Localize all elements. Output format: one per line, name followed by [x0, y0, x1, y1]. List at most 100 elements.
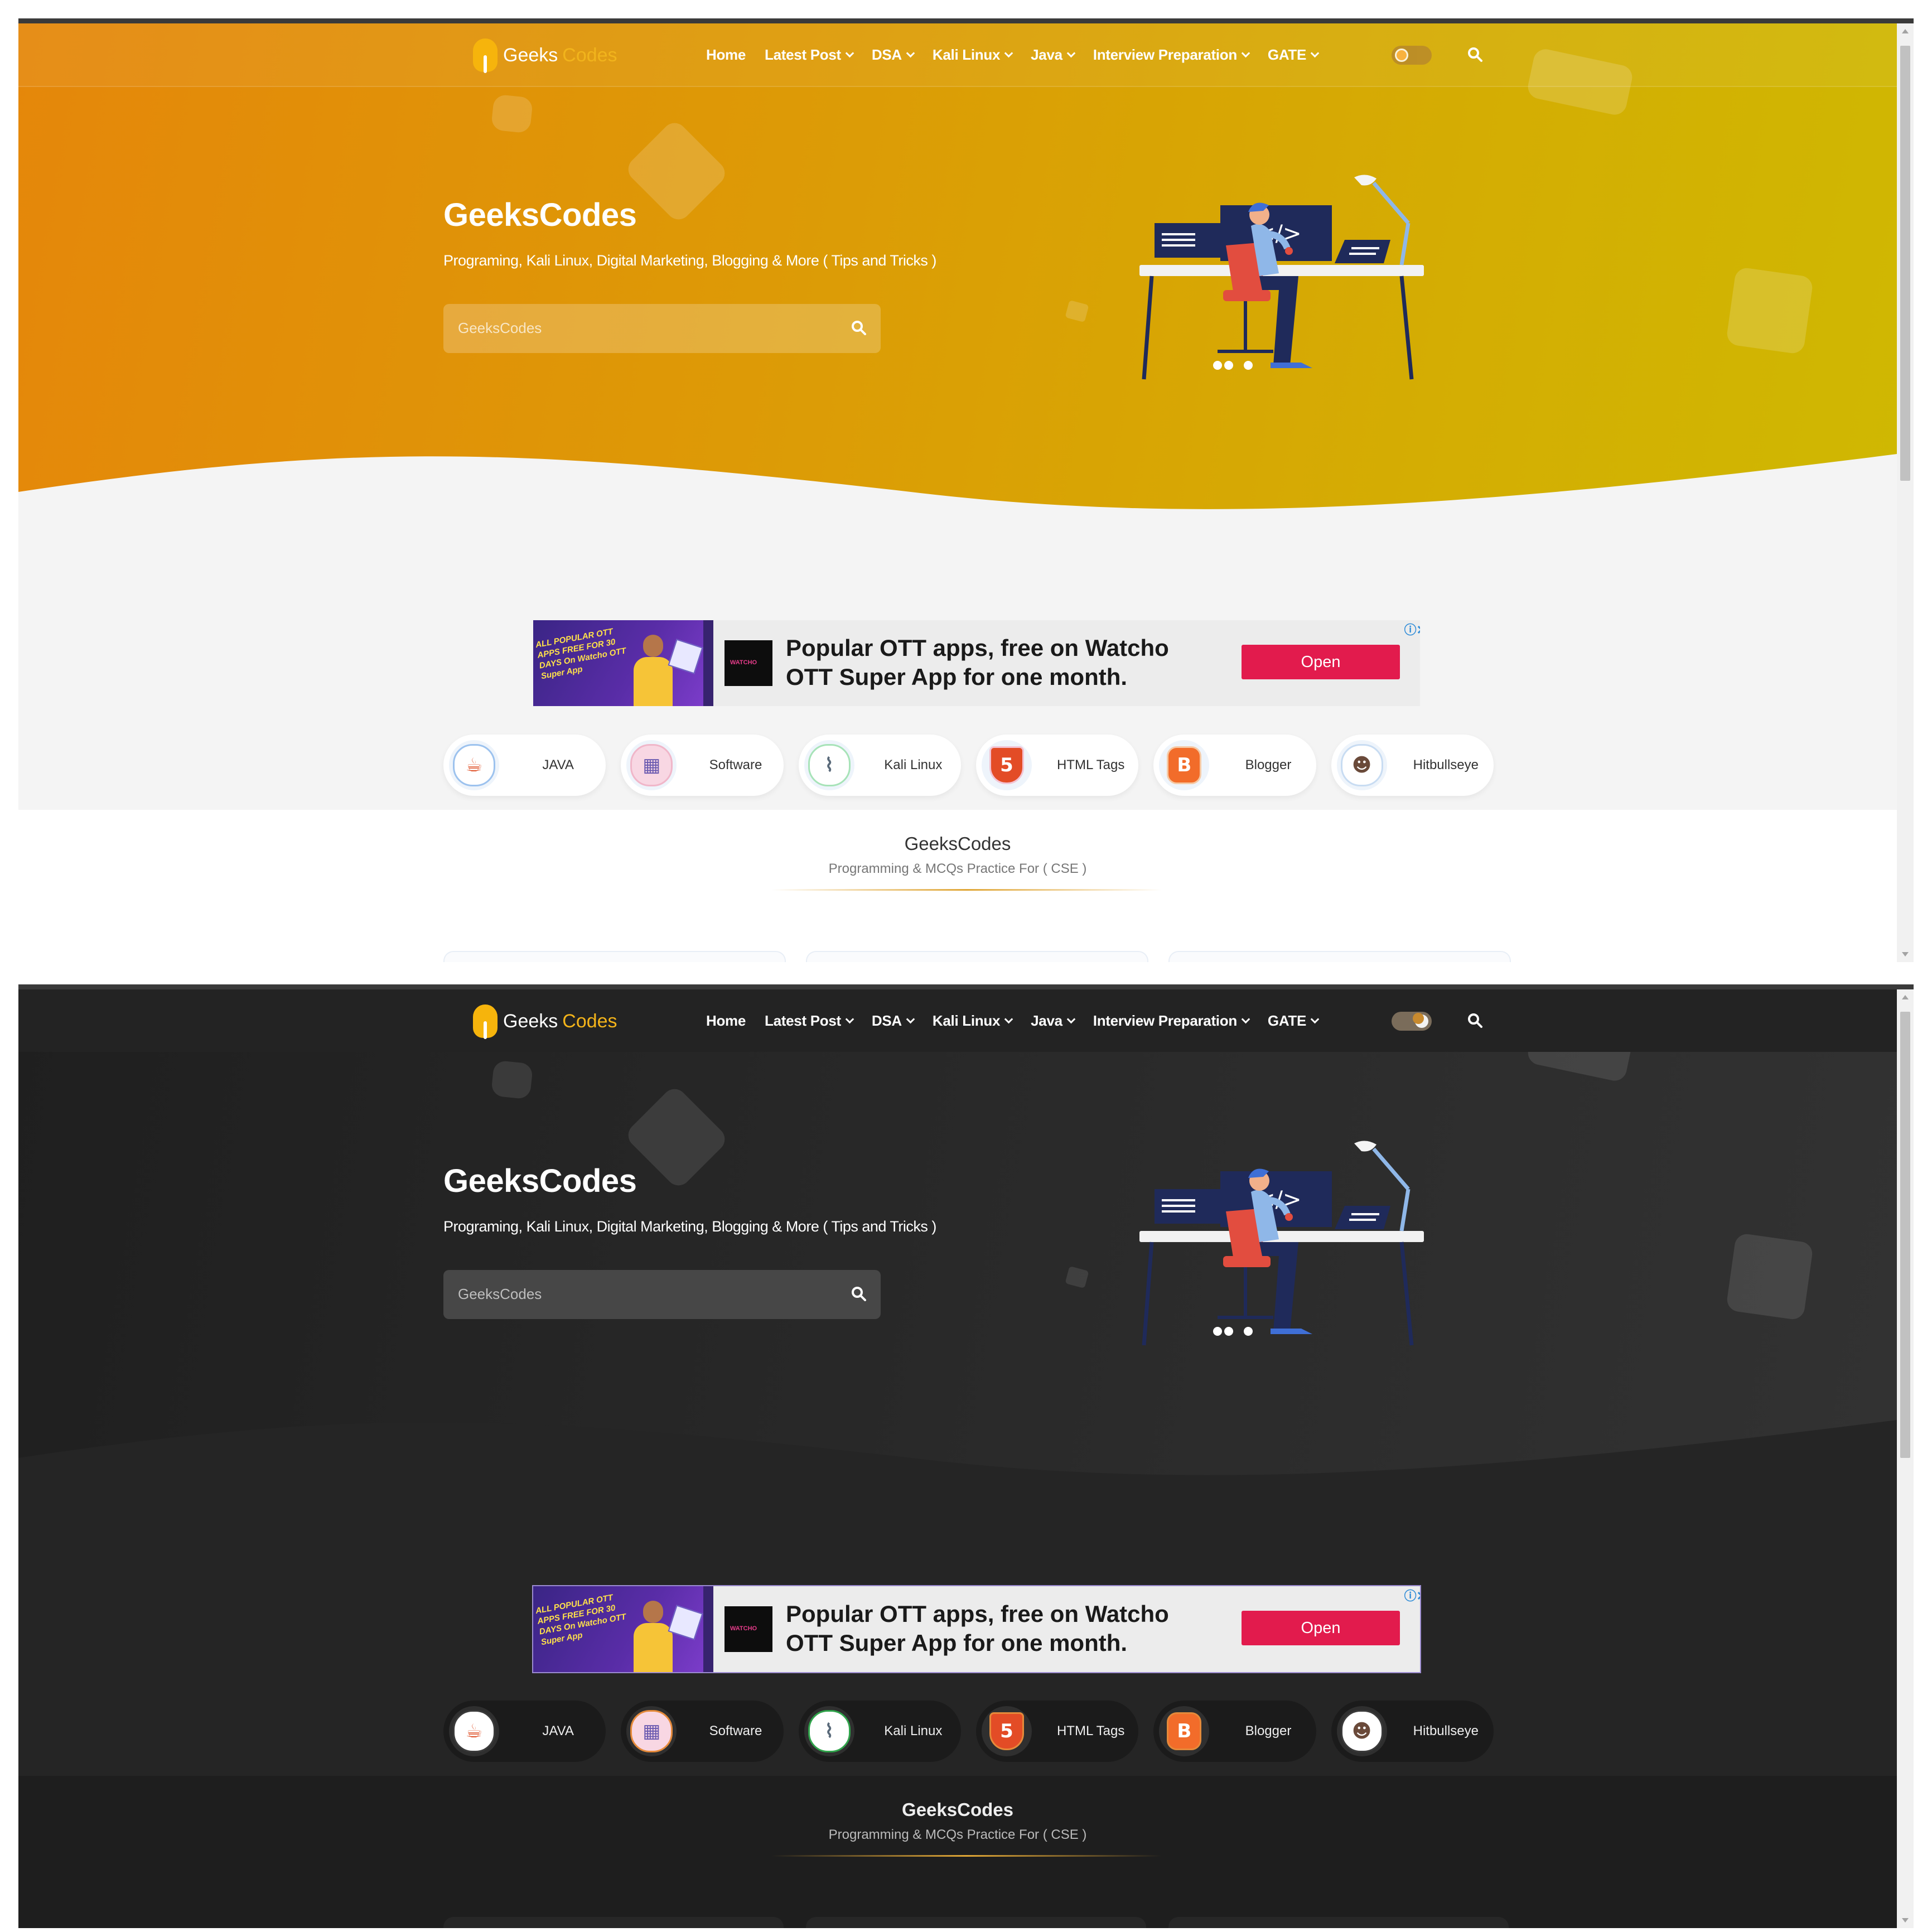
hero-search-input[interactable]: GeeksCodes — [443, 1270, 881, 1319]
nav-menu: Home Latest Post DSA Kali Linux Java Intervie… — [706, 989, 1337, 1052]
category-chip-hitbullseye[interactable]: ☻ Hitbullseye — [1331, 1701, 1494, 1762]
logo-icon — [473, 1004, 498, 1039]
course-card[interactable] — [806, 1917, 1146, 1928]
software-icon: ▦ — [626, 740, 677, 790]
scroll-up-arrow-icon[interactable] — [1902, 995, 1909, 999]
search-icon[interactable] — [1467, 47, 1483, 62]
ad-info-close-icon[interactable]: ⓘ✕ — [1404, 620, 1420, 638]
ad-open-button[interactable]: Open — [1242, 645, 1400, 679]
section-title: GeeksCodes — [902, 1799, 1013, 1820]
scroll-thumb[interactable] — [1900, 46, 1910, 481]
chevron-down-icon — [906, 1015, 915, 1023]
ad-promo-image[interactable]: ALL POPULAR OTT APPS FREE FOR 30 DAYS On… — [533, 1586, 703, 1672]
nav-item-gate[interactable]: GATE — [1268, 46, 1320, 64]
category-list: ☕ JAVA ▦ Software ⌇ Kali Linux 5 HTML Tags B Blog… — [443, 735, 1509, 796]
scroll-down-arrow-icon[interactable] — [1902, 952, 1909, 957]
scrollbar[interactable] — [1897, 23, 1914, 962]
theme-toggle[interactable] — [1392, 46, 1432, 65]
logo-text-codes: Codes — [562, 1010, 617, 1032]
category-label: Blogger — [1245, 1723, 1292, 1738]
browser-viewport: Geeks Codes Home Latest Post DSA Kali Linux… — [18, 984, 1914, 1928]
category-chip-html-tags[interactable]: 5 HTML Tags — [975, 1701, 1139, 1762]
hitbullseye-avatar-icon: ☻ — [1336, 1706, 1387, 1756]
category-label: Hitbullseye — [1413, 1723, 1479, 1738]
hero-title: GeeksCodes — [443, 197, 637, 233]
ad-brand-name: WATCHO — [730, 1625, 757, 1632]
nav-item-gate[interactable]: GATE — [1267, 1012, 1320, 1030]
chevron-down-icon — [1310, 1015, 1320, 1023]
page: Geeks Codes Home Latest Post DSA Kali Linux… — [18, 989, 1897, 1928]
scroll-up-arrow-icon[interactable] — [1902, 29, 1909, 33]
course-card[interactable] — [806, 951, 1148, 962]
course-card[interactable] — [1168, 1917, 1509, 1928]
blogger-icon: B — [1159, 740, 1210, 790]
category-chip-blogger[interactable]: B Blogger — [1153, 735, 1316, 796]
search-icon[interactable] — [1467, 1013, 1483, 1028]
category-list: ☕ JAVA ▦ Software ⌇ Kali Linux 5 HTML Tags B Blog… — [443, 1701, 1509, 1762]
ad-content[interactable]: WATCHO Popular OTT apps, free on Watcho … — [703, 620, 1420, 706]
decorative-shape — [1065, 1266, 1089, 1289]
search-icon[interactable] — [851, 320, 867, 336]
ad-content[interactable]: WATCHO Popular OTT apps, free on Watcho … — [703, 1586, 1420, 1672]
logo-icon — [473, 38, 498, 73]
scroll-down-arrow-icon[interactable] — [1902, 1918, 1909, 1923]
page: Geeks Codes Home Latest Post DSA Kali Linux… — [18, 23, 1897, 962]
category-chip-java[interactable]: ☕ JAVA — [443, 735, 606, 796]
nav-item-kali-linux[interactable]: Kali Linux — [933, 1012, 1013, 1030]
category-chip-hitbullseye[interactable]: ☻ Hitbullseye — [1331, 735, 1494, 796]
category-chip-kali-linux[interactable]: ⌇ Kali Linux — [798, 1701, 961, 1762]
category-chip-software[interactable]: ▦ Software — [621, 735, 784, 796]
nav-item-interview-preparation[interactable]: Interview Preparation — [1093, 46, 1250, 64]
nav-menu: Home Latest Post DSA Kali Linux Java Intervie… — [706, 23, 1337, 86]
category-chip-software[interactable]: ▦ Software — [621, 1701, 784, 1762]
ad-info-close-icon[interactable]: ⓘ✕ — [1404, 1586, 1420, 1604]
category-label: Software — [709, 757, 762, 772]
nav-item-kali-linux[interactable]: Kali Linux — [933, 46, 1013, 64]
advertisement-banner[interactable]: ALL POPULAR OTT APPS FREE FOR 30 DAYS On… — [532, 1585, 1421, 1673]
decorative-shape — [1065, 300, 1089, 323]
hero-wave — [18, 454, 1897, 537]
category-chip-kali-linux[interactable]: ⌇ Kali Linux — [798, 735, 961, 796]
nav-item-label: Home — [706, 46, 746, 63]
advertisement-banner[interactable]: ALL POPULAR OTT APPS FREE FOR 30 DAYS On… — [533, 620, 1420, 706]
section-subtitle: Programming & MCQs Practice For ( CSE ) — [828, 861, 1087, 876]
nav-item-label: GATE — [1267, 1012, 1307, 1029]
ad-promo-image[interactable]: ALL POPULAR OTT APPS FREE FOR 30 DAYS On… — [533, 620, 703, 706]
course-card[interactable] — [443, 1917, 784, 1928]
hero-title: GeeksCodes — [443, 1163, 637, 1199]
nav-item-latest-post[interactable]: Latest Post — [765, 1012, 854, 1030]
scrollbar[interactable] — [1897, 989, 1914, 1928]
nav-item-latest-post[interactable]: Latest Post — [765, 46, 854, 64]
category-chip-java[interactable]: ☕ JAVA — [443, 1701, 606, 1762]
nav-item-java[interactable]: Java — [1031, 1012, 1076, 1030]
course-card[interactable] — [1168, 951, 1511, 962]
category-chip-blogger[interactable]: B Blogger — [1153, 1701, 1316, 1762]
nav-item-dsa[interactable]: DSA — [872, 46, 915, 64]
nav-item-label: Latest Post — [765, 1012, 841, 1029]
nav-item-java[interactable]: Java — [1031, 46, 1076, 64]
nav-item-interview-preparation[interactable]: Interview Preparation — [1093, 1012, 1250, 1030]
category-chip-html-tags[interactable]: 5 HTML Tags — [975, 735, 1139, 796]
ad-cube-icon — [668, 639, 703, 674]
software-icon: ▦ — [626, 1706, 677, 1756]
nav-item-home[interactable]: Home — [706, 46, 746, 64]
course-card[interactable] — [443, 951, 786, 962]
hero-search-placeholder: GeeksCodes — [458, 1286, 542, 1302]
search-icon[interactable] — [851, 1286, 867, 1302]
theme-toggle[interactable] — [1392, 1012, 1432, 1031]
site-logo[interactable]: Geeks Codes — [473, 1004, 617, 1039]
ad-brand-logo: WATCHO — [724, 640, 772, 686]
hitbullseye-avatar-icon: ☻ — [1336, 740, 1387, 790]
site-logo[interactable]: Geeks Codes — [473, 38, 617, 73]
nav-item-dsa[interactable]: DSA — [872, 1012, 915, 1030]
decorative-shape — [623, 1084, 730, 1191]
html5-icon: 5 — [981, 1706, 1032, 1756]
hero-search-input[interactable]: GeeksCodes — [443, 304, 881, 353]
category-label: Kali Linux — [884, 757, 943, 772]
navbar: Geeks Codes Home Latest Post DSA Kali Linux… — [18, 989, 1897, 1052]
nav-item-home[interactable]: Home — [706, 1012, 746, 1030]
decorative-shape — [623, 118, 730, 225]
ad-promo-text: ALL POPULAR OTT APPS FREE FOR 30 DAYS On… — [534, 1592, 627, 1648]
scroll-thumb[interactable] — [1900, 1012, 1910, 1458]
ad-open-button[interactable]: Open — [1242, 1611, 1400, 1645]
